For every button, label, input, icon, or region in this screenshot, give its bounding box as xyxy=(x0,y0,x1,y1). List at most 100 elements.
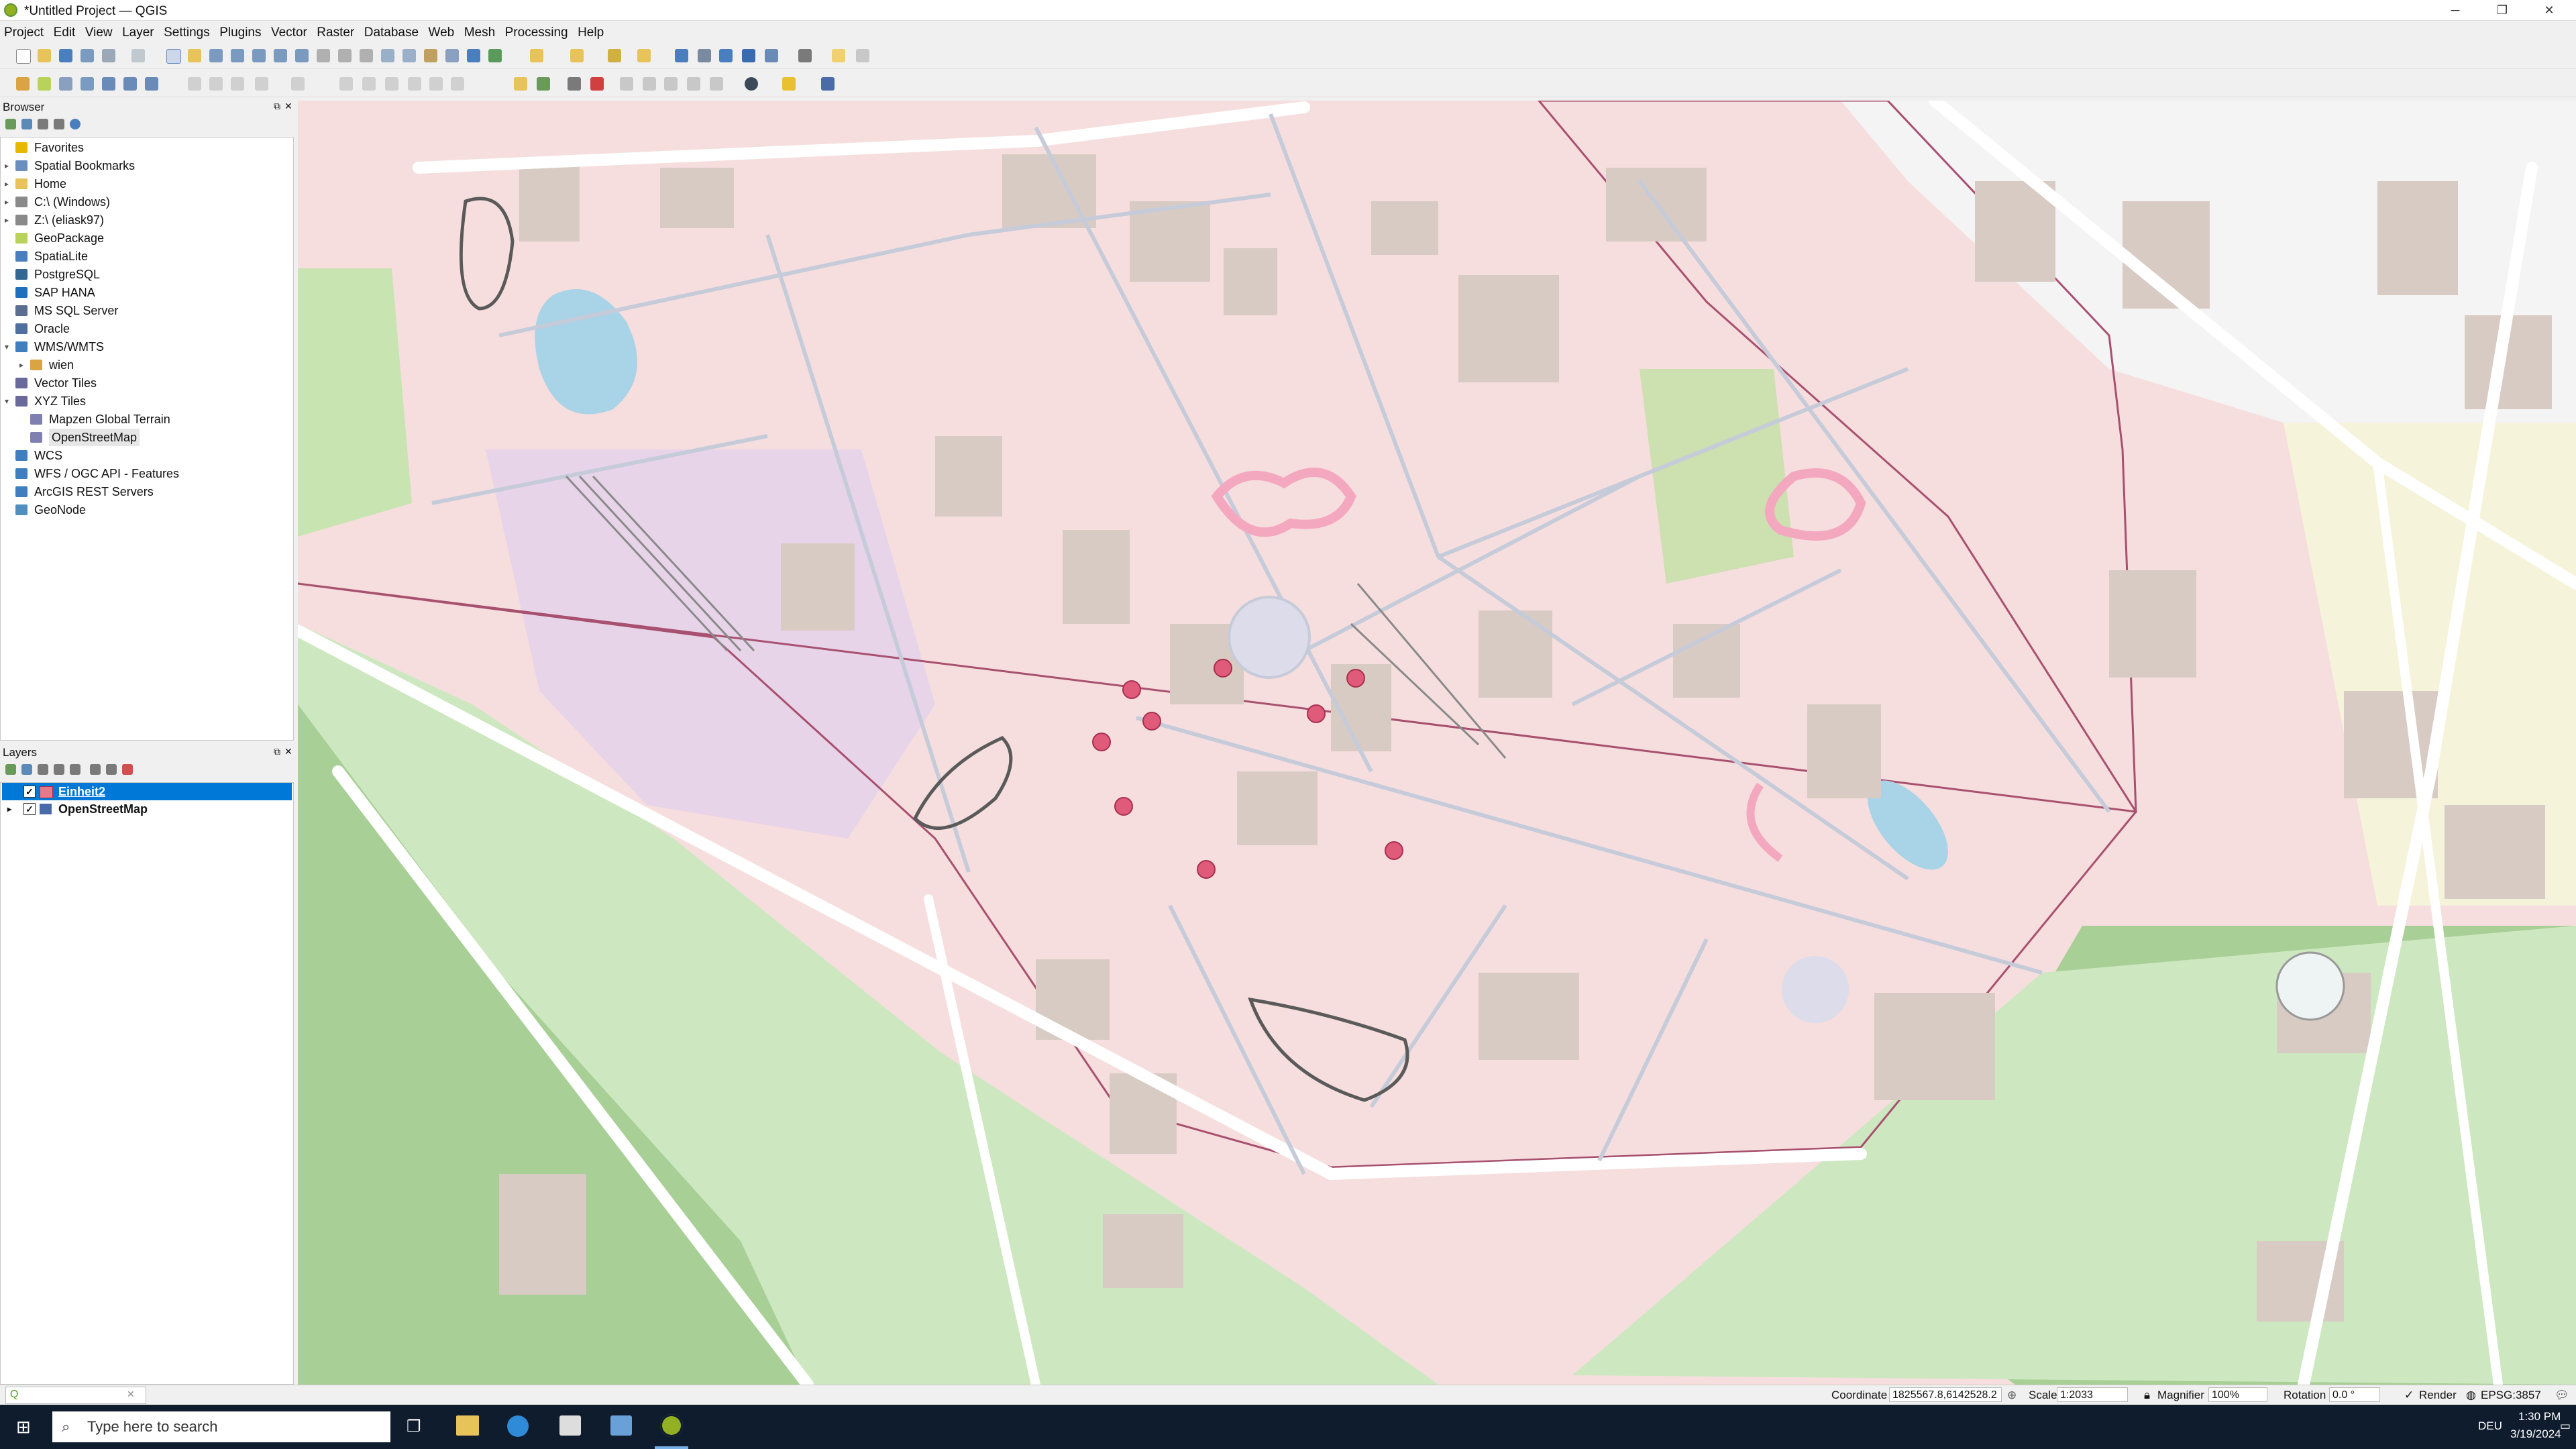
browser-item[interactable]: ▸ C:\ (Windows) xyxy=(1,193,290,211)
lock-icon[interactable]: 🔒︎ xyxy=(2144,1389,2150,1402)
paste-features-icon[interactable] xyxy=(408,77,421,91)
menu-mesh[interactable]: Mesh xyxy=(460,21,498,40)
menu-layer[interactable]: Layer xyxy=(118,21,157,40)
undo-icon[interactable] xyxy=(429,77,443,91)
select-by-value-icon[interactable] xyxy=(570,49,584,62)
add-layer-icon[interactable] xyxy=(5,119,16,129)
magnifier-spinbox[interactable]: 100% xyxy=(2208,1387,2267,1402)
zoom-layer-icon[interactable] xyxy=(295,49,309,62)
browser-item[interactable]: PostgreSQL xyxy=(1,266,290,283)
map-tips-icon[interactable] xyxy=(832,49,845,62)
browser-item[interactable]: GeoPackage xyxy=(1,229,290,247)
browser-item[interactable]: OpenStreetMap xyxy=(1,429,290,446)
zoom-selection-icon[interactable] xyxy=(274,49,287,62)
manage-map-themes-icon[interactable] xyxy=(38,764,48,775)
pin-labels-icon[interactable] xyxy=(537,77,550,91)
browser-item[interactable]: ▸ Spatial Bookmarks xyxy=(1,157,290,174)
filter-expression-icon[interactable] xyxy=(70,764,80,775)
move-label-icon[interactable] xyxy=(590,77,604,91)
coordinate-toggle-icon[interactable]: ⊕ xyxy=(2007,1389,2017,1402)
annotation-icon[interactable] xyxy=(856,49,869,62)
app-icon[interactable] xyxy=(610,1415,632,1436)
pan-to-selection-icon[interactable] xyxy=(188,49,201,62)
menu-database[interactable]: Database xyxy=(360,21,421,40)
cut-features-icon[interactable] xyxy=(362,77,376,91)
browser-item[interactable]: ArcGIS REST Servers xyxy=(1,483,290,500)
feature-point[interactable] xyxy=(1385,841,1403,860)
new-virtual-layer-icon[interactable] xyxy=(123,77,137,91)
feature-point[interactable] xyxy=(1197,860,1216,879)
feature-point[interactable] xyxy=(1346,669,1365,688)
expand-arrow-icon[interactable]: ▸ xyxy=(5,211,9,229)
edge-browser-icon[interactable] xyxy=(507,1415,529,1437)
menu-vector[interactable]: Vector xyxy=(267,21,310,40)
feature-point[interactable] xyxy=(1114,797,1133,816)
browser-item[interactable]: ▸ Home xyxy=(1,175,290,193)
save-as-icon[interactable] xyxy=(80,49,94,62)
copy-features-icon[interactable] xyxy=(385,77,398,91)
windows-start-icon[interactable]: ⊞ xyxy=(16,1417,31,1438)
notifications-icon[interactable]: ▭ xyxy=(2560,1419,2571,1433)
expand-arrow-icon[interactable]: ▸ xyxy=(5,193,9,211)
delete-selected-icon[interactable] xyxy=(339,77,353,91)
feature-point[interactable] xyxy=(1307,704,1326,723)
browser-item[interactable]: GeoNode xyxy=(1,501,290,519)
show-hide-labels-icon[interactable] xyxy=(664,77,678,91)
browser-item[interactable]: MS SQL Server xyxy=(1,302,290,319)
expand-all-icon[interactable] xyxy=(90,764,101,775)
browser-item[interactable]: ▾ WMS/WMTS xyxy=(1,338,290,356)
digitize-icon[interactable] xyxy=(255,77,268,91)
menu-settings[interactable]: Settings xyxy=(160,21,213,40)
browser-item[interactable]: ▸ Z:\ (eliask97) xyxy=(1,211,290,229)
layer-row-openstreetmap[interactable]: ▸ ✓ OpenStreetMap xyxy=(2,800,292,818)
redo-icon[interactable] xyxy=(451,77,464,91)
float-panel-icon[interactable]: ⧉ xyxy=(274,101,280,112)
browser-item[interactable]: SpatiaLite xyxy=(1,248,290,265)
minimize-button[interactable]: ─ xyxy=(2435,0,2475,20)
browser-item[interactable]: WCS xyxy=(1,447,290,464)
bookmark-icon[interactable] xyxy=(424,49,437,62)
close-panel-icon[interactable]: ✕ xyxy=(284,101,292,112)
field-calculator-icon[interactable] xyxy=(742,49,755,62)
remove-layer-icon[interactable] xyxy=(122,764,133,775)
browser-item[interactable]: Oracle xyxy=(1,320,290,337)
coordinate-field[interactable]: 1825567.8,6142528.2 xyxy=(1889,1387,2002,1402)
layer-visibility-checkbox[interactable]: ✓ xyxy=(23,803,36,815)
gps-icon[interactable] xyxy=(745,77,758,91)
identify-icon[interactable] xyxy=(675,49,688,62)
zoom-native-icon[interactable] xyxy=(317,49,330,62)
rotate-label-icon[interactable] xyxy=(620,77,633,91)
file-explorer-icon[interactable] xyxy=(456,1415,479,1436)
refresh-icon[interactable] xyxy=(21,119,32,129)
callout-icon[interactable] xyxy=(710,77,723,91)
save-edits-icon[interactable] xyxy=(231,77,244,91)
expand-arrow-icon[interactable]: ▸ xyxy=(19,356,23,374)
zoom-out-icon[interactable] xyxy=(231,49,244,62)
zoom-full-icon[interactable] xyxy=(252,49,266,62)
clear-icon[interactable]: ✕ xyxy=(127,1389,135,1400)
language-indicator[interactable]: DEU xyxy=(2478,1419,2502,1433)
expand-arrow-icon[interactable]: ▾ xyxy=(5,392,9,410)
zoom-in-icon[interactable] xyxy=(209,49,223,62)
render-checkbox[interactable]: ✓ xyxy=(2404,1389,2414,1402)
zoom-last-icon[interactable] xyxy=(338,49,352,62)
new-3d-view-icon[interactable] xyxy=(402,49,416,62)
data-source-manager-icon[interactable] xyxy=(16,77,30,91)
settings-gear-icon[interactable] xyxy=(719,49,733,62)
show-bookmarks-icon[interactable] xyxy=(445,49,459,62)
deselect-icon[interactable] xyxy=(608,49,621,62)
select-features-icon[interactable] xyxy=(530,49,543,62)
open-layer-styling-icon[interactable] xyxy=(5,764,16,775)
print-layout-icon[interactable] xyxy=(102,49,115,62)
attribute-table-icon[interactable] xyxy=(698,49,711,62)
expand-arrow-icon[interactable]: ▸ xyxy=(5,175,9,193)
messages-icon[interactable]: 💬︎ xyxy=(2555,1389,2569,1402)
diagram-icon[interactable] xyxy=(687,77,700,91)
open-project-icon[interactable] xyxy=(38,49,51,62)
feature-point[interactable] xyxy=(1214,659,1232,678)
pan-map-icon[interactable] xyxy=(166,49,181,64)
feature-point[interactable] xyxy=(1122,680,1141,699)
new-map-view-icon[interactable] xyxy=(381,49,394,62)
browser-item[interactable]: Mapzen Global Terrain xyxy=(1,411,290,428)
menu-raster[interactable]: Raster xyxy=(313,21,357,40)
